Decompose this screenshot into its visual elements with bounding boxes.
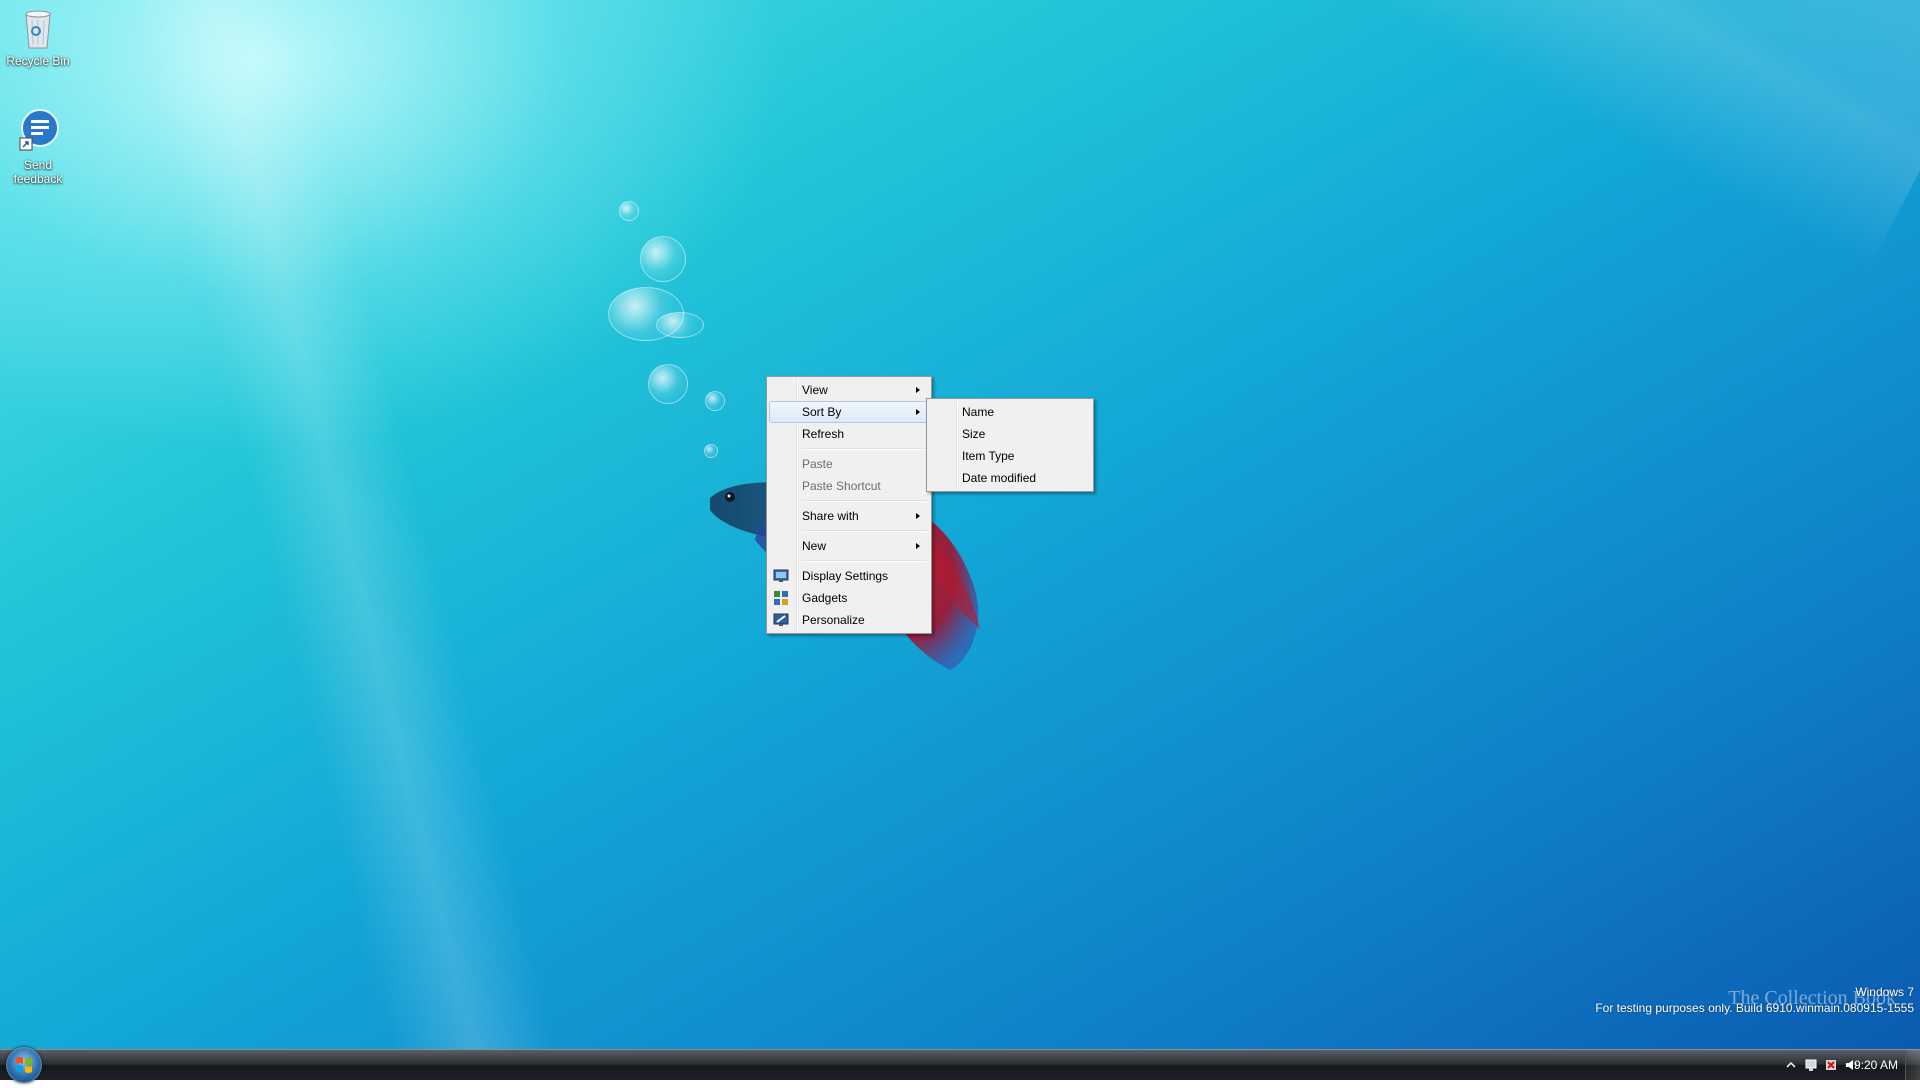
build-watermark: Windows 7 For testing purposes only. Bui… [1595, 984, 1914, 1016]
watermark-os-name: Windows 7 [1595, 984, 1914, 1000]
menu-item-gadgets[interactable]: Gadgets [769, 587, 929, 609]
menu-item-paste[interactable]: Paste [769, 453, 929, 475]
submenu-arrow-icon [916, 409, 920, 415]
menu-item-label: Share with [802, 509, 859, 523]
menu-item-label: Date modified [962, 471, 1036, 485]
personalize-icon [773, 612, 789, 628]
watermark-build-info: For testing purposes only. Build 6910.wi… [1595, 1000, 1914, 1016]
sort-by-name[interactable]: Name [929, 401, 1091, 423]
menu-item-label: Display Settings [802, 569, 888, 583]
sort-by-size[interactable]: Size [929, 423, 1091, 445]
feedback-icon [14, 108, 62, 156]
menu-item-display-settings[interactable]: Display Settings [769, 565, 929, 587]
light-ray [120, 0, 566, 1050]
taskbar: 9:20 AM [0, 1049, 1920, 1080]
menu-separator [802, 530, 927, 532]
menu-item-label: Gadgets [802, 591, 847, 605]
network-icon[interactable] [1804, 1058, 1818, 1072]
menu-item-label: Personalize [802, 613, 865, 627]
show-hidden-icons-arrow-icon[interactable] [1784, 1058, 1798, 1072]
notification-area: 9:20 AM [1730, 1050, 1920, 1080]
start-button[interactable] [6, 1047, 42, 1083]
menu-item-label: Name [962, 405, 994, 419]
send-feedback-label: Send feedback [14, 158, 63, 186]
submenu-arrow-icon [916, 543, 920, 549]
menu-separator [802, 560, 927, 562]
recycle-bin-desktop-icon[interactable]: Recycle Bin [0, 4, 76, 68]
menu-item-paste-shortcut[interactable]: Paste Shortcut [769, 475, 929, 497]
gadgets-icon [773, 590, 789, 606]
bubble [640, 236, 686, 282]
sort-by-date-modified[interactable]: Date modified [929, 467, 1091, 489]
menu-item-label: Size [962, 427, 985, 441]
menu-item-label: Sort By [802, 405, 841, 419]
recycle-bin-label: Recycle Bin [6, 54, 69, 68]
menu-item-label: View [802, 383, 828, 397]
system-clock[interactable]: 9:20 AM [1854, 1058, 1898, 1072]
light-ray [1650, 0, 1920, 278]
menu-item-refresh[interactable]: Refresh [769, 423, 929, 445]
menu-item-view[interactable]: View [769, 379, 929, 401]
menu-item-label: Item Type [962, 449, 1014, 463]
menu-separator [802, 448, 927, 450]
menu-separator [802, 500, 927, 502]
desktop-context-menu: View Sort By Refresh Paste Paste Shortcu… [766, 376, 932, 634]
action-center-icon[interactable] [1824, 1058, 1838, 1072]
menu-item-new[interactable]: New [769, 535, 929, 557]
display-settings-icon [773, 568, 789, 584]
menu-item-label: Paste Shortcut [802, 479, 881, 493]
send-feedback-desktop-icon[interactable]: Send feedback [0, 108, 76, 186]
submenu-arrow-icon [916, 387, 920, 393]
menu-item-label: Refresh [802, 427, 844, 441]
show-desktop-button[interactable] [1905, 1050, 1920, 1080]
bubble [656, 312, 704, 338]
bubble [619, 201, 639, 221]
menu-item-label: Paste [802, 457, 833, 471]
desktop-background[interactable]: Recycle Bin Send feedback View Sort By R… [0, 0, 1920, 1050]
bubble [704, 444, 718, 458]
bubble [705, 391, 725, 411]
sort-by-submenu: Name Size Item Type Date modified [926, 398, 1094, 492]
menu-item-share-with[interactable]: Share with [769, 505, 929, 527]
windows-logo-icon [6, 1047, 42, 1083]
light-ray [1250, 0, 1920, 269]
recycle-bin-icon [14, 4, 62, 52]
menu-item-personalize[interactable]: Personalize [769, 609, 929, 631]
bubble [648, 364, 688, 404]
submenu-arrow-icon [916, 513, 920, 519]
menu-item-label: New [802, 539, 826, 553]
sort-by-item-type[interactable]: Item Type [929, 445, 1091, 467]
menu-item-sort-by[interactable]: Sort By [769, 401, 929, 423]
